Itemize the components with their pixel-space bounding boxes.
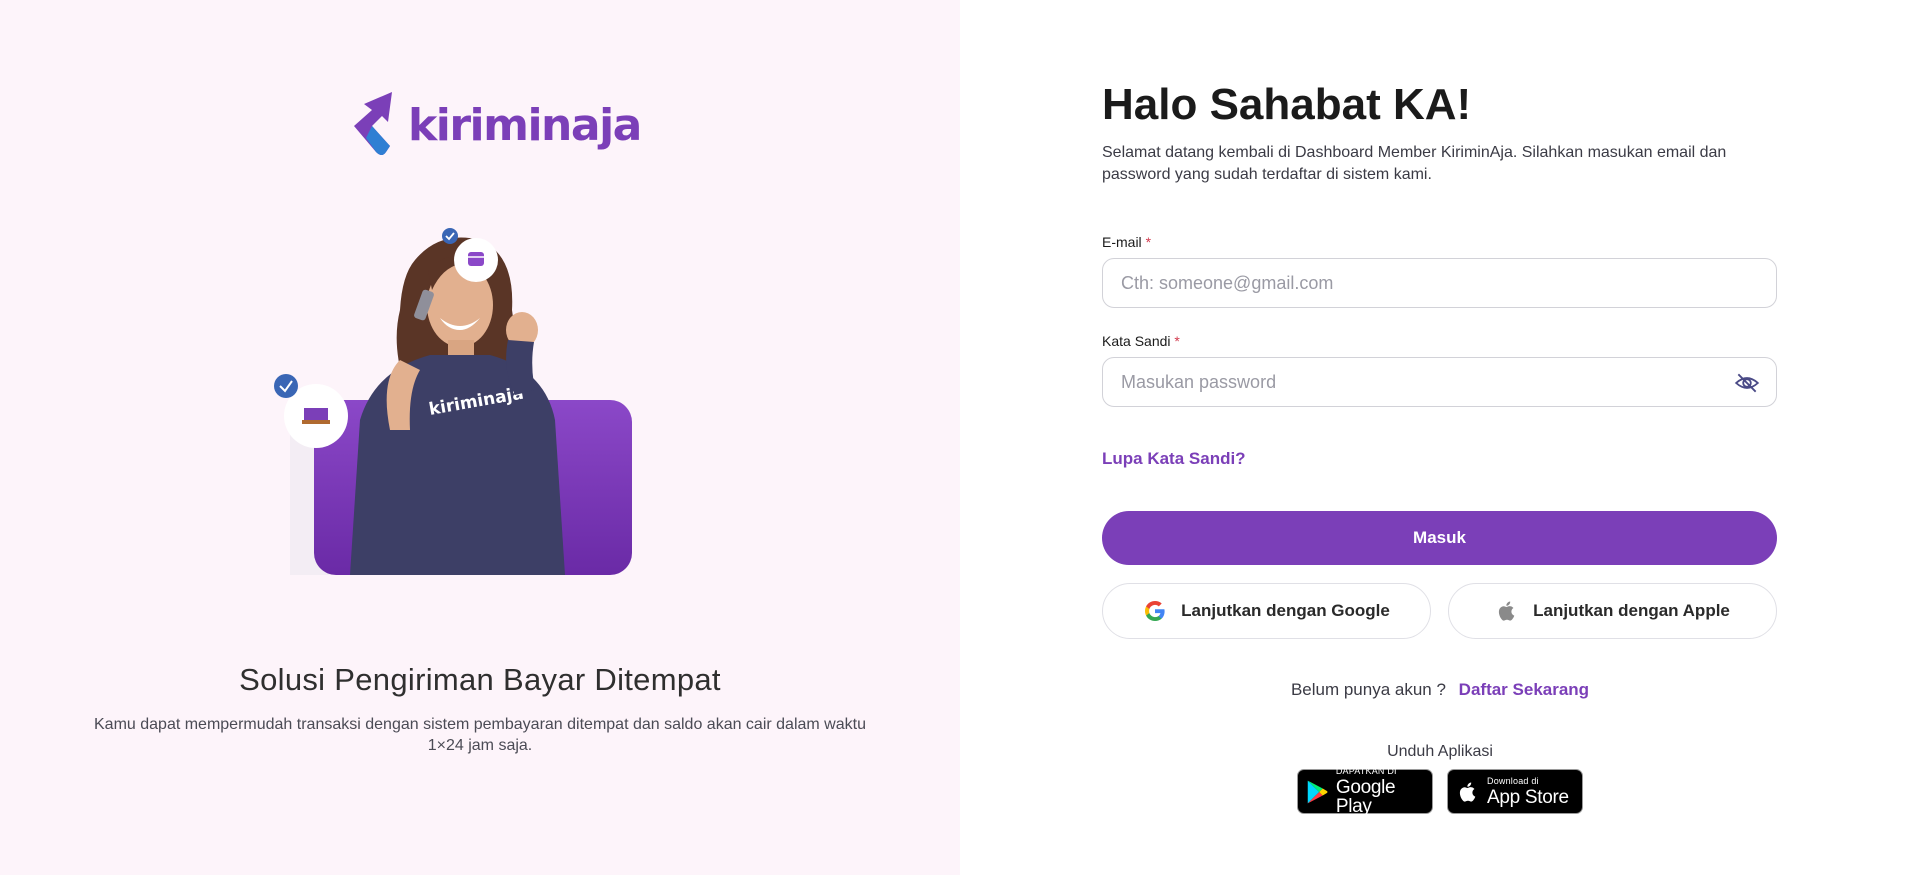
google-icon — [1145, 601, 1165, 621]
download-app-label: Unduh Aplikasi — [1387, 743, 1493, 760]
box-badge — [442, 228, 498, 282]
google-login-button[interactable]: Lanjutkan dengan Google — [1102, 583, 1431, 639]
login-intro: Selamat datang kembali di Dashboard Memb… — [1102, 144, 1727, 183]
forgot-password-link[interactable]: Lupa Kata Sandi? — [1102, 449, 1246, 469]
email-field-container — [1102, 258, 1777, 308]
hero-title: Solusi Pengiriman Bayar Ditempat — [239, 662, 721, 697]
hero-description: Kamu dapat mempermudah transaksi dengan … — [94, 716, 866, 754]
login-button[interactable]: Masuk — [1102, 511, 1777, 565]
apple-icon — [1499, 601, 1515, 621]
signup-link[interactable]: Daftar Sekarang — [1459, 680, 1589, 699]
truck-badge — [274, 374, 348, 448]
logo-wordmark: kiriminaja — [408, 99, 642, 151]
email-label: E-mail * — [1102, 234, 1152, 250]
password-field[interactable] — [1121, 371, 1758, 393]
no-account-text: Belum punya akun ? — [1290, 680, 1446, 699]
app-store-badge[interactable]: Download di App Store — [1447, 769, 1583, 814]
apple-login-button[interactable]: Lanjutkan dengan Apple — [1448, 583, 1777, 639]
apple-login-label: Lanjutkan dengan Apple — [1533, 601, 1730, 620]
login-greeting: Halo Sahabat KA! — [1102, 80, 1472, 129]
apple-icon — [1459, 782, 1476, 802]
required-marker: * — [1145, 234, 1152, 250]
password-field-container — [1102, 357, 1777, 407]
kiriminaja-logo: kiriminaja — [346, 90, 642, 160]
logo-arrow-icon — [354, 92, 392, 155]
left-panel: kiriminaja kiriminaja Solusi Pengiriman … — [0, 0, 960, 875]
google-play-badge[interactable]: DAPATKAN DI Google Play — [1297, 767, 1433, 816]
hero-illustration: kiriminaja — [274, 228, 640, 575]
toggle-password-visibility-icon[interactable] — [1734, 370, 1760, 396]
google-play-icon — [1307, 780, 1328, 803]
google-login-label: Lanjutkan dengan Google — [1181, 601, 1390, 620]
email-field[interactable] — [1121, 272, 1758, 294]
password-label: Kata Sandi * — [1102, 333, 1180, 349]
signup-row: Belum punya akun ? Daftar Sekarang — [960, 680, 1920, 700]
required-marker: * — [1174, 333, 1180, 349]
